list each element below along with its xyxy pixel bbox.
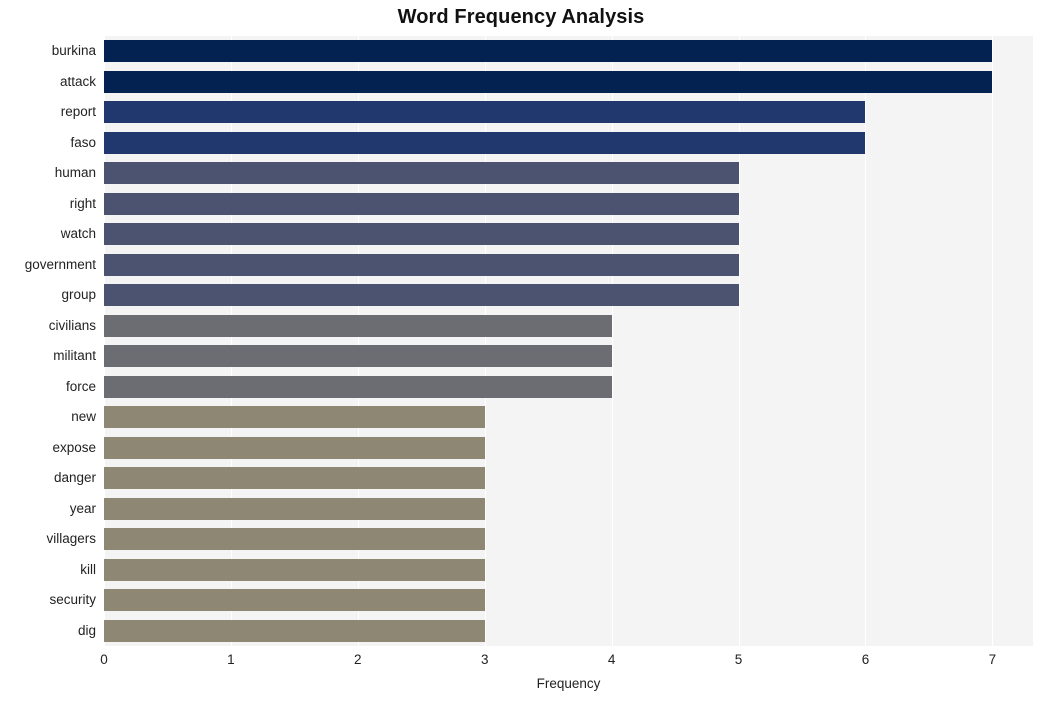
- y-tick-label: new: [71, 409, 96, 425]
- bar[interactable]: [104, 375, 612, 398]
- y-tick-label: kill: [80, 561, 96, 577]
- bar[interactable]: [104, 619, 485, 642]
- y-tick-label: militant: [53, 348, 96, 364]
- y-tick-label: government: [24, 256, 96, 272]
- chart-figure: Word Frequency Analysis burkina attack rep…: [0, 0, 1042, 701]
- bar[interactable]: [104, 467, 485, 490]
- x-tick-label: 3: [480, 652, 489, 667]
- bar[interactable]: [104, 284, 739, 307]
- x-axis: 0 1 2 3 4 5 6 7 Frequency: [0, 646, 1042, 701]
- gridline-x-5: [738, 36, 740, 646]
- bar[interactable]: [104, 192, 739, 215]
- y-tick-label: danger: [53, 470, 96, 486]
- bar[interactable]: [104, 528, 485, 551]
- bar[interactable]: [104, 101, 866, 124]
- bar[interactable]: [104, 589, 485, 612]
- y-tick-label: year: [69, 500, 96, 516]
- y-tick-label: villagers: [46, 531, 96, 547]
- y-tick-label: attack: [59, 73, 96, 89]
- bar[interactable]: [104, 345, 612, 368]
- y-tick-label: expose: [52, 439, 96, 455]
- bar[interactable]: [104, 253, 739, 276]
- gridline-x-0: [104, 36, 105, 646]
- bar[interactable]: [104, 70, 993, 93]
- bar[interactable]: [104, 223, 739, 246]
- plot-area: [104, 36, 1033, 646]
- y-tick-label: burkina: [51, 43, 96, 59]
- y-tick-label: group: [61, 287, 96, 303]
- y-tick-label: human: [54, 165, 96, 181]
- bar[interactable]: [104, 131, 866, 154]
- gridline-x-7: [992, 36, 994, 646]
- bar[interactable]: [104, 40, 993, 63]
- y-tick-label: force: [65, 378, 96, 394]
- y-tick-label: dig: [77, 622, 96, 638]
- y-tick-label: civilians: [48, 317, 96, 333]
- gridline-x-2: [357, 36, 359, 646]
- x-tick-label: 1: [227, 652, 235, 667]
- y-tick-label: watch: [60, 226, 96, 242]
- chart-title: Word Frequency Analysis: [397, 6, 645, 28]
- y-tick-label: report: [60, 104, 96, 120]
- y-tick-label: faso: [70, 134, 96, 150]
- bar[interactable]: [104, 436, 485, 459]
- y-tick-label: right: [69, 195, 96, 211]
- x-axis-title: Frequency: [536, 676, 601, 691]
- gridline-x-1: [230, 36, 232, 646]
- gridline-x-4: [611, 36, 613, 646]
- bar[interactable]: [104, 497, 485, 520]
- bar[interactable]: [104, 314, 612, 337]
- x-tick-label: 6: [861, 652, 870, 667]
- x-tick-label: 4: [607, 652, 616, 667]
- x-tick-label: 0: [100, 652, 108, 667]
- bar[interactable]: [104, 406, 485, 429]
- y-tick-label: security: [49, 592, 96, 608]
- x-tick-label: 5: [734, 652, 743, 667]
- bar[interactable]: [104, 162, 739, 185]
- x-tick-label: 7: [988, 652, 997, 667]
- y-axis-tick-labels: burkina attack report faso human right watch go…: [0, 36, 96, 646]
- bar[interactable]: [104, 558, 485, 581]
- x-tick-label: 2: [354, 652, 362, 667]
- gridline-x-6: [865, 36, 867, 646]
- gridline-x-3: [484, 36, 486, 646]
